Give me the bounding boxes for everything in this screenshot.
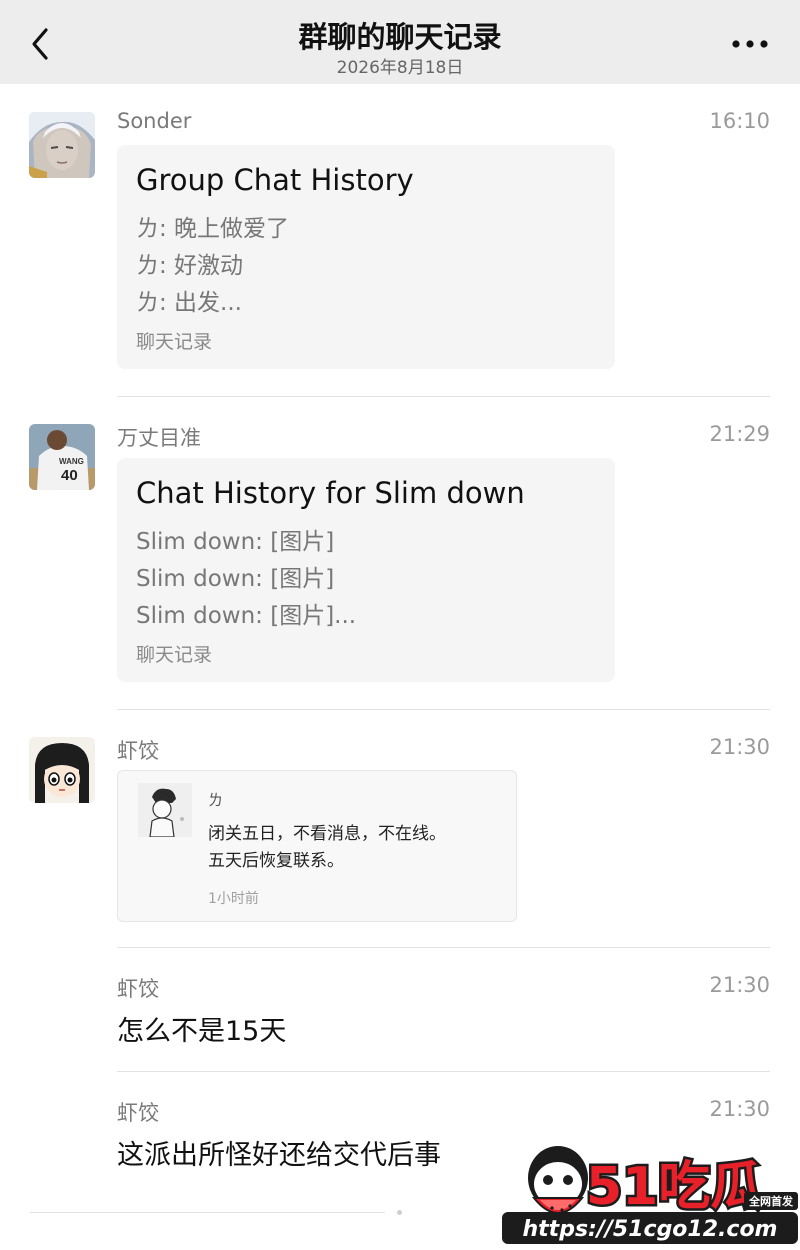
card-line: ㄌ: 晚上做爱了 (136, 216, 290, 242)
avatar-sonder[interactable] (29, 112, 95, 178)
avatar-wanzhang[interactable]: WANG 40 (29, 424, 95, 490)
end-separator-dot (397, 1210, 402, 1215)
card-footer-label: 聊天记录 (136, 331, 213, 353)
top-bar: 群聊的聊天记录 2026年8月18日 (0, 0, 800, 84)
watermark-logo: 51吃瓜 全网首发 https://51cgo12.com (502, 1146, 798, 1244)
card-footer-label: 聊天记录 (136, 644, 213, 666)
end-separator-left (30, 1212, 385, 1213)
card-line: Slim down: [图片] (136, 529, 335, 555)
divider (117, 1071, 770, 1072)
quoted-text-line: 五天后恢复联系。 (208, 851, 344, 871)
mascot-icon (528, 1146, 588, 1214)
card-line: ㄌ: 好激动 (136, 253, 244, 279)
message-text: 怎么不是15天 (117, 1016, 287, 1047)
message-text: 这派出所怪好还给交代后事 (117, 1140, 441, 1171)
sender-name: 虾饺 (117, 739, 159, 763)
card-line: Slim down: [图片] (136, 566, 335, 592)
watermark-tag: 全网首发 (748, 1194, 794, 1208)
sender-name: 虾饺 (117, 977, 159, 1001)
watermark-logo-text: 51吃瓜 (586, 1157, 762, 1217)
sender-name: Sonder (117, 109, 192, 133)
quoted-name: ㄌ (208, 791, 224, 809)
sender-name: 万丈目准 (117, 426, 201, 450)
message-time: 21:29 (709, 422, 770, 446)
message-time: 16:10 (709, 109, 770, 133)
quoted-status-card[interactable]: ㄌ 闭关五日，不看消息，不在线。 五天后恢复联系。 1小时前 (117, 770, 517, 922)
message-time: 21:30 (709, 735, 770, 759)
chat-history-card[interactable]: Chat History for Slim down Slim down: [图… (117, 458, 615, 682)
quoted-time: 1小时前 (208, 891, 259, 907)
svg-text:WANG: WANG (59, 457, 84, 466)
avatar-xiajiao[interactable] (29, 737, 95, 803)
watermark-overlay: 51吃瓜 全网首发 https://51cgo12.com (500, 1128, 800, 1246)
quoted-avatar (138, 783, 192, 838)
card-line: ㄌ: 出发... (136, 290, 242, 316)
page-title: 群聊的聊天记录 (298, 20, 502, 54)
card-title: Group Chat History (136, 163, 414, 197)
divider (117, 396, 770, 397)
chat-history-card[interactable]: Group Chat History ㄌ: 晚上做爱了 ㄌ: 好激动 ㄌ: 出发… (117, 145, 615, 369)
svg-text:40: 40 (61, 467, 78, 484)
page-date: 2026年8月18日 (336, 58, 464, 78)
divider (117, 947, 770, 948)
divider (117, 709, 770, 710)
message-time: 21:30 (709, 973, 770, 997)
card-line: Slim down: [图片]... (136, 603, 357, 629)
quoted-text-line: 闭关五日，不看消息，不在线。 (208, 824, 446, 844)
card-title: Chat History for Slim down (136, 476, 525, 510)
sender-name: 虾饺 (117, 1101, 159, 1125)
message-time: 21:30 (709, 1097, 770, 1121)
more-horizontal-icon[interactable] (728, 32, 772, 56)
watermark-url: https://51cgo12.com (523, 1217, 778, 1242)
